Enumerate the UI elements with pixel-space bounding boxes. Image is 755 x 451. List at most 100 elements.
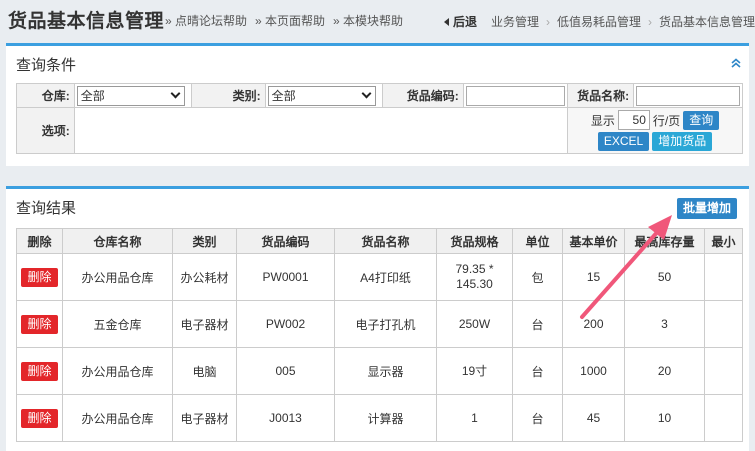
category-cell: 电子器材 [172,394,237,442]
back-arrow-icon [443,17,449,26]
code-cell: PW002 [236,300,335,348]
category-cell: 办公耗材 [172,253,237,301]
column-header[interactable]: 最高库存量 [624,228,705,254]
code-label: 货品编码: [382,83,464,108]
name-cell: 电子打孔机 [334,300,437,348]
name-input[interactable] [636,85,740,106]
name-cell: A4打印纸 [334,253,437,301]
column-header[interactable]: 仓库名称 [62,228,173,254]
warehouse-cell: 办公用品仓库 [62,253,173,301]
min-stock-cell [704,300,743,348]
max-stock-cell: 3 [624,300,705,348]
conditions-title: 查询条件 [16,57,77,74]
column-header[interactable]: 最小 [704,228,743,254]
spec-line: 145.30 [456,277,493,291]
min-stock-cell [704,394,743,442]
unit-cell: 台 [512,347,563,395]
forum-help-link[interactable]: » 点晴论坛帮助 [165,12,247,29]
top-bar: 货品基本信息管理 » 点晴论坛帮助 » 本页面帮助 » 本模块帮助 后退 业务管… [0,0,755,40]
name-cell: 显示器 [334,347,437,395]
back-button[interactable]: 后退 [443,13,477,30]
module-help-link[interactable]: » 本模块帮助 [333,12,403,29]
breadcrumb: 后退 业务管理 › 低值易耗品管理 › 货品基本信息管理 [443,13,755,30]
query-conditions-panel: 查询条件 仓库: 全部 类别: 全部 货品编码: 货品名称: 选项: 显示 50… [6,43,749,166]
min-stock-cell [704,253,743,301]
spec-line: 19寸 [461,363,488,378]
breadcrumb-separator: › [647,14,652,29]
breadcrumb-item-current: 货品基本信息管理 [658,15,755,29]
show-label: 显示 [590,113,615,128]
max-stock-cell: 10 [624,394,705,442]
column-header[interactable]: 单位 [512,228,563,254]
column-header[interactable]: 类别 [172,228,237,254]
column-header[interactable]: 货品名称 [334,228,437,254]
warehouse-cell: 办公用品仓库 [62,347,173,395]
warehouse-label: 仓库: [16,83,75,108]
spec-cell: 1 [436,394,513,442]
code-input[interactable] [465,85,566,106]
code-cell: J0013 [236,394,335,442]
delete-button[interactable]: 删除 [21,314,58,334]
price-cell: 200 [562,300,625,348]
conditions-form: 仓库: 全部 类别: 全部 货品编码: 货品名称: 选项: 显示 50 行/页 … [16,83,743,154]
delete-button[interactable]: 删除 [21,267,58,287]
price-cell: 15 [562,253,625,301]
query-results-panel: 查询结果 批量增加 删除 仓库名称 类别 货品编码 货品名称 货品规格 单位 基… [6,186,749,451]
code-cell: 005 [236,347,335,395]
name-cell: 计算器 [334,394,437,442]
back-label: 后退 [452,15,477,29]
breadcrumb-item-business[interactable]: 业务管理 [491,13,539,30]
category-select[interactable]: 全部 [267,85,376,106]
category-select-value: 全部 [271,89,296,103]
spec-cell: 19寸 [436,347,513,395]
table-row: 删除 五金仓库 电子器材 PW002 电子打孔机 250W 台 200 3 [16,300,743,348]
max-stock-cell: 50 [624,253,705,301]
chevron-down-icon [361,88,372,99]
options-area [73,107,569,154]
page-title: 货品基本信息管理 [8,11,165,32]
table-row: 删除 办公用品仓库 电脑 005 显示器 19寸 台 1000 20 [16,347,743,395]
delete-button[interactable]: 删除 [21,361,58,381]
price-cell: 45 [562,394,625,442]
column-header: 删除 [16,228,63,254]
max-stock-cell: 20 [624,347,705,395]
unit-cell: 台 [512,300,563,348]
category-label: 类别: [191,83,266,108]
excel-button[interactable]: EXCEL [597,132,650,151]
bulk-add-button[interactable]: 批量增加 [676,198,737,219]
add-item-button[interactable]: 增加货品 [652,132,713,151]
name-label: 货品名称: [567,83,635,108]
warehouse-select-value: 全部 [80,89,105,103]
collapse-icon[interactable] [731,58,741,68]
column-header[interactable]: 货品规格 [436,228,513,254]
results-title: 查询结果 [16,200,77,217]
table-header-row: 删除 仓库名称 类别 货品编码 货品名称 货品规格 单位 基本单价 最高库存量 … [16,228,743,254]
category-cell: 电子器材 [172,300,237,348]
price-cell: 1000 [562,347,625,395]
spec-cell: 250W [436,300,513,348]
warehouse-cell: 五金仓库 [62,300,173,348]
table-row: 删除 办公用品仓库 办公耗材 PW0001 A4打印纸 79.35 * 145.3… [16,253,743,301]
warehouse-select[interactable]: 全部 [76,85,185,106]
breadcrumb-item-consumables[interactable]: 低值易耗品管理 [557,13,641,30]
spec-line: 250W [458,316,491,331]
results-table: 删除 仓库名称 类别 货品编码 货品名称 货品规格 单位 基本单价 最高库存量 … [16,228,743,442]
column-header[interactable]: 基本单价 [562,228,625,254]
column-header[interactable]: 货品编码 [236,228,335,254]
spec-cell: 79.35 * 145.30 [436,253,513,301]
page-size-input[interactable]: 50 [617,110,650,130]
table-row: 删除 办公用品仓库 电子器材 J0013 计算器 1 台 45 10 [16,394,743,442]
breadcrumb-separator: › [545,14,550,29]
min-stock-cell [704,347,743,395]
options-label: 选项: [16,107,75,154]
page-help-link[interactable]: » 本页面帮助 [255,12,325,29]
category-cell: 电脑 [172,347,237,395]
delete-button[interactable]: 删除 [21,408,58,428]
unit-cell: 台 [512,394,563,442]
help-links: » 点晴论坛帮助 » 本页面帮助 » 本模块帮助 [165,12,403,29]
warehouse-cell: 办公用品仓库 [62,394,173,442]
per-page-label: 行/页 [652,113,681,128]
query-button[interactable]: 查询 [683,110,720,130]
query-controls: 显示 50 行/页 查询 EXCEL 增加货品 [567,107,743,154]
code-cell: PW0001 [236,253,335,301]
